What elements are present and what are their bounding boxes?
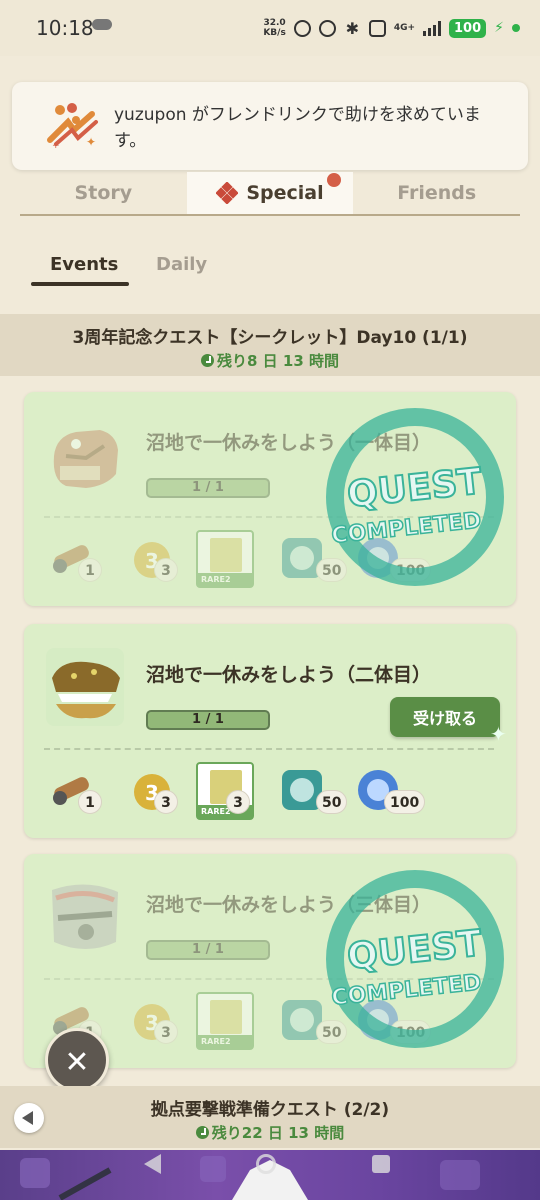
event-section-header: 3周年記念クエスト【シークレット】Day10 (1/1) 残り8 日 13 時間 [0, 314, 540, 376]
status-icons: 32.0 KB/s ✱ 4G+ 100 ⚡ [263, 15, 520, 41]
close-icon: ✕ [64, 1045, 90, 1080]
monster-icon [53, 430, 118, 488]
quest-completed-stamp: QUEST COMPLETED [326, 408, 504, 586]
section-title: 拠点要撃戦準備クエスト (2/2) [150, 1100, 390, 1120]
monster-icon [46, 648, 124, 726]
section-title: 3周年記念クエスト【シークレット】Day10 (1/1) [72, 328, 468, 348]
rare-ticket-box: RARE2 [196, 992, 254, 1050]
close-button[interactable]: ✕ [45, 1028, 109, 1092]
stamp-line1: QUEST [345, 923, 484, 978]
status-time: 10:18 [36, 16, 94, 40]
tab-story-label: Story [74, 182, 133, 204]
chevron-left-icon[interactable] [14, 1103, 44, 1133]
progress-bar: 1 / 1 [146, 710, 270, 730]
progress-bar: 1 / 1 [146, 940, 270, 960]
nav-back-icon[interactable] [144, 1154, 161, 1174]
notification-text: yuzupon がフレンドリンクで助けを求めています。 [114, 105, 481, 151]
claim-reward-button[interactable]: 受け取る [390, 697, 500, 737]
reward-count: 3 [226, 790, 250, 814]
tab-story[interactable]: Story [20, 172, 187, 214]
reward-count: 1 [78, 558, 102, 582]
tab-friends[interactable]: Friends [353, 172, 520, 214]
battery-level: 100 [449, 18, 487, 38]
nav-recent-icon[interactable] [372, 1155, 390, 1173]
location-icon [293, 19, 311, 37]
cloud-icon [92, 19, 112, 30]
nav-home-icon[interactable] [256, 1154, 276, 1174]
subtab-active-indicator [31, 282, 129, 286]
bluetooth-icon: ✱ [345, 18, 360, 38]
signal-icon [423, 20, 442, 36]
net-speed: 32.0 KB/s [263, 18, 285, 38]
reward-count: 50 [316, 790, 348, 814]
quest-card[interactable]: 沼地で一休みをしよう（一体目） 1 / 1 1 3 3 RARE2 50 100 [24, 392, 516, 606]
friend-link-notification[interactable]: ✦ + yuzupon がフレンドリンクで助けを求めています。 [12, 82, 528, 170]
progress-text: 1 / 1 [192, 942, 224, 957]
friend-link-icon: ✦ + [47, 103, 98, 150]
ticket-icon [210, 1000, 242, 1034]
progress-text: 1 / 1 [192, 712, 224, 727]
reward-item: RARE2 [196, 530, 258, 590]
charging-icon: ⚡ [494, 20, 504, 36]
sparkle-icon: ✦ [490, 722, 507, 746]
quest-card[interactable]: 沼地で一休みをしよう（二体目） 1 / 1 受け取る ✦ 1 3 3 RARE2… [24, 624, 516, 838]
subtab-events[interactable]: Events [50, 254, 118, 275]
tab-special[interactable]: Special [186, 172, 354, 214]
tab-friends-label: Friends [397, 182, 477, 204]
reward-item: 1 [48, 762, 128, 822]
rare-label: RARE2 [198, 1035, 252, 1048]
stamp-line1: QUEST [345, 461, 484, 516]
reward-count: 1 [78, 790, 102, 814]
time-remaining-text: 残り8 日 13 時間 [217, 352, 339, 370]
rare-label: RARE2 [198, 573, 252, 586]
reward-item: RARE2 [196, 992, 258, 1052]
progress-bar: 1 / 1 [146, 478, 270, 498]
event-section-header: 拠点要撃戦準備クエスト (2/2) 残り22 日 13 時間 [0, 1086, 540, 1148]
clock-icon [201, 354, 214, 367]
tab-special-label: Special [246, 182, 324, 204]
reward-item: 1 [48, 530, 128, 590]
reward-count: 3 [154, 558, 178, 582]
network-type: 4G+ [393, 23, 416, 33]
reward-item: 100 [354, 762, 454, 822]
reward-count: 3 [154, 790, 178, 814]
svg-text:+: + [52, 141, 60, 150]
quest-title: 沼地で一休みをしよう（二体目） [146, 664, 432, 686]
clock-icon [195, 1126, 209, 1139]
monster-icon [52, 884, 118, 949]
subtab-daily[interactable]: Daily [156, 254, 207, 275]
svg-text:✦: ✦ [86, 135, 96, 149]
section-time-remaining: 残り8 日 13 時間 [0, 350, 540, 371]
section-time-remaining: 残り22 日 13 時間 [0, 1122, 540, 1143]
progress-text: 1 / 1 [192, 480, 224, 495]
vibrate-icon [368, 19, 386, 37]
privacy-dot-icon [512, 24, 520, 32]
net-speed-value: 32.0 [263, 18, 286, 28]
notification-badge [327, 173, 342, 187]
quest-completed-stamp: QUEST COMPLETED [326, 870, 504, 1048]
reward-count: 100 [384, 790, 426, 814]
net-speed-unit: KB/s [263, 28, 286, 38]
ticket-icon [210, 538, 242, 572]
status-bar: 10:18 32.0 KB/s ✱ 4G+ 100 ⚡ [0, 0, 540, 56]
rare-ticket-box: RARE2 [196, 530, 254, 588]
main-tabs: Story Special Friends [20, 172, 520, 216]
divider [44, 748, 494, 750]
reward-count: 3 [154, 1020, 178, 1044]
time-remaining-text: 残り22 日 13 時間 [211, 1124, 345, 1142]
special-diamond-icon [216, 182, 239, 204]
reward-item: RARE2 3 [196, 762, 266, 822]
alarm-icon [318, 19, 336, 37]
